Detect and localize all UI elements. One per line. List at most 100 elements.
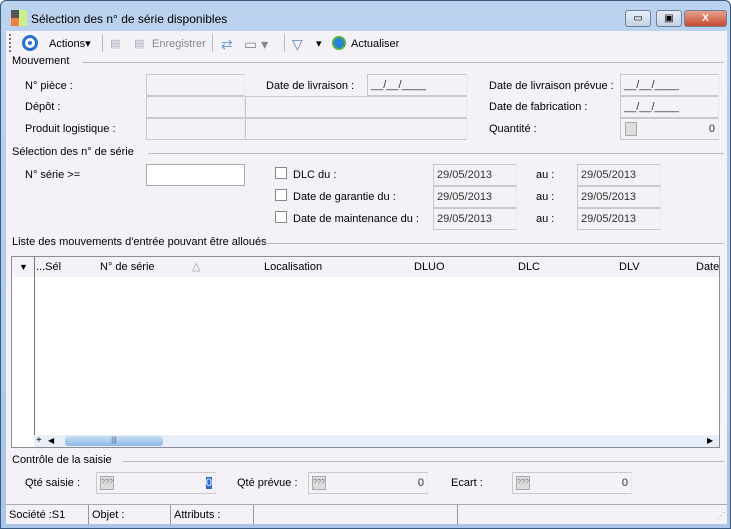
group-title: Mouvement [12,55,70,67]
au-label: au : [536,169,555,181]
save-button[interactable]: Enregistrer [152,36,206,52]
scroll-thumb[interactable]: ||| [65,436,163,446]
au-label: au : [536,191,555,203]
window-title: Sélection des n° de série disponibles [31,12,228,26]
maintenance-label: Date de maintenance du : [293,213,419,225]
ecart-label: Ecart : [451,477,483,489]
group-selection: Sélection des n° de série [12,146,724,158]
group-liste: Liste des mouvements d'entrée pouvant êt… [12,236,724,248]
date-livraison-label: Date de livraison : [266,80,355,92]
garantie-label: Date de garantie du : [293,191,396,203]
piece-field[interactable] [146,74,245,96]
garantie-from-field[interactable]: 29/05/2013 [433,186,517,208]
status-societe: Société :S1 [6,505,89,525]
resize-grip[interactable]: ⋰ [717,511,725,520]
produit-name-field [245,118,467,140]
document-icon: ▤ [110,38,121,50]
qte-saisie-value: 0 [205,477,212,489]
date-livraison-prevue-label: Date de livraison prévue : [489,80,614,92]
dlc-label: DLC du : [293,169,337,181]
depot-label: Dépôt : [25,101,61,113]
refresh-button[interactable]: Actualiser [351,36,399,52]
dlc-from-field[interactable]: 29/05/2013 [433,164,517,186]
column-header-serie[interactable]: N° de série [100,259,155,275]
separator [212,34,213,52]
maintenance-checkbox[interactable] [275,211,287,223]
calc-icon[interactable]: ??? [516,476,530,490]
produit-label: Produit logistique : [25,123,116,135]
piece-label: N° pièce : [25,80,73,92]
toolbar-grip[interactable] [9,34,11,52]
calc-icon[interactable]: ??? [100,476,114,490]
garantie-to-field[interactable]: 29/05/2013 [577,186,661,208]
group-title: Contrôle de la saisie [12,454,112,466]
date-fabrication-label: Date de fabrication : [489,101,588,113]
column-header-dlv[interactable]: DLV [619,259,640,275]
minimize-button[interactable]: ▭ [625,10,651,27]
ecart-field: ??? 0 [512,472,632,494]
qte-prevue-label: Qté prévue : [237,477,298,489]
window: Sélection des n° de série disponibles ▭ … [0,0,731,529]
calc-icon[interactable] [625,122,637,136]
filter-icon[interactable]: ▽ [292,36,303,52]
au-label: au : [536,213,555,225]
depot-name-field [245,96,467,118]
serie-input[interactable] [146,164,245,186]
calc-icon[interactable]: ??? [312,476,326,490]
actions-label: Actions [49,38,86,50]
depot-code-field[interactable] [146,96,245,118]
qte-prevue-field: ??? 0 [308,472,428,494]
print-icon[interactable]: ▭ ▾ [244,36,268,52]
date-livraison-prevue-field[interactable]: __/__/____ [620,74,719,96]
quantite-field: 0 [620,118,719,140]
options-icon[interactable] [22,35,38,51]
quantite-label: Quantité : [489,123,537,135]
refresh-icon[interactable] [332,36,346,50]
serie-label: N° série >= [25,169,81,181]
group-title: Sélection des n° de série [12,146,134,158]
scroll-left-icon[interactable]: ◀ [48,435,54,447]
qte-saisie-field[interactable]: ??? 0 [96,472,216,494]
column-header-dlc[interactable]: DLC [518,259,540,275]
group-controle: Contrôle de la saisie [12,454,724,466]
dlc-checkbox[interactable] [275,167,287,179]
produit-code-field[interactable] [146,118,245,140]
maintenance-from-field[interactable]: 29/05/2013 [433,208,517,230]
status-objet: Objet : [89,505,171,525]
ecart-value: 0 [621,477,628,489]
sort-ascending-icon: △ [192,261,201,273]
group-title: Liste des mouvements d'entrée pouvant êt… [12,236,267,248]
scroll-right-icon[interactable]: ▶ [707,435,713,447]
column-header-dluo[interactable]: DLUO [414,259,445,275]
column-header-sel[interactable]: ...Sél [36,259,61,275]
horizontal-scrollbar[interactable]: + ◀ ||| ▶ [34,435,719,447]
save-icon: ▤ [134,38,145,50]
separator [284,34,285,52]
column-header-date[interactable]: Date [696,259,719,275]
separator [102,34,103,52]
status-panel [254,505,458,525]
status-bar: Société :S1 Objet : Attributs : ⋰ [6,504,727,525]
grid-row-header-divider [34,257,35,445]
client-area: Actions▾ ▤ ▤ Enregistrer ⇄ ▭ ▾ ▽ ▾ Actua… [6,31,727,525]
qte-saisie-label: Qté saisie : [25,477,81,489]
movements-grid[interactable]: ▼ ...Sél N° de série △ Localisation DLUO… [11,256,720,448]
date-livraison-field[interactable]: __/__/____ [367,74,467,96]
date-fabrication-field[interactable]: __/__/____ [620,96,719,118]
group-mouvement: Mouvement [12,55,724,67]
maximize-button[interactable]: ▣ [656,10,682,27]
column-chooser-icon[interactable]: ▼ [19,259,28,275]
status-attributs: Attributs : [171,505,254,525]
close-button[interactable]: X [684,10,727,27]
app-icon [11,10,27,26]
garantie-checkbox[interactable] [275,189,287,201]
dlc-to-field[interactable]: 29/05/2013 [577,164,661,186]
column-header-localisation[interactable]: Localisation [264,259,322,275]
actions-menu[interactable]: Actions▾ [49,36,91,52]
sync-icon[interactable]: ⇄ [221,36,233,52]
qte-prevue-value: 0 [417,477,424,489]
maintenance-to-field[interactable]: 29/05/2013 [577,208,661,230]
quantite-value: 0 [708,123,715,135]
add-icon[interactable]: + [36,435,42,447]
filter-dropdown-icon[interactable]: ▾ [316,36,322,52]
